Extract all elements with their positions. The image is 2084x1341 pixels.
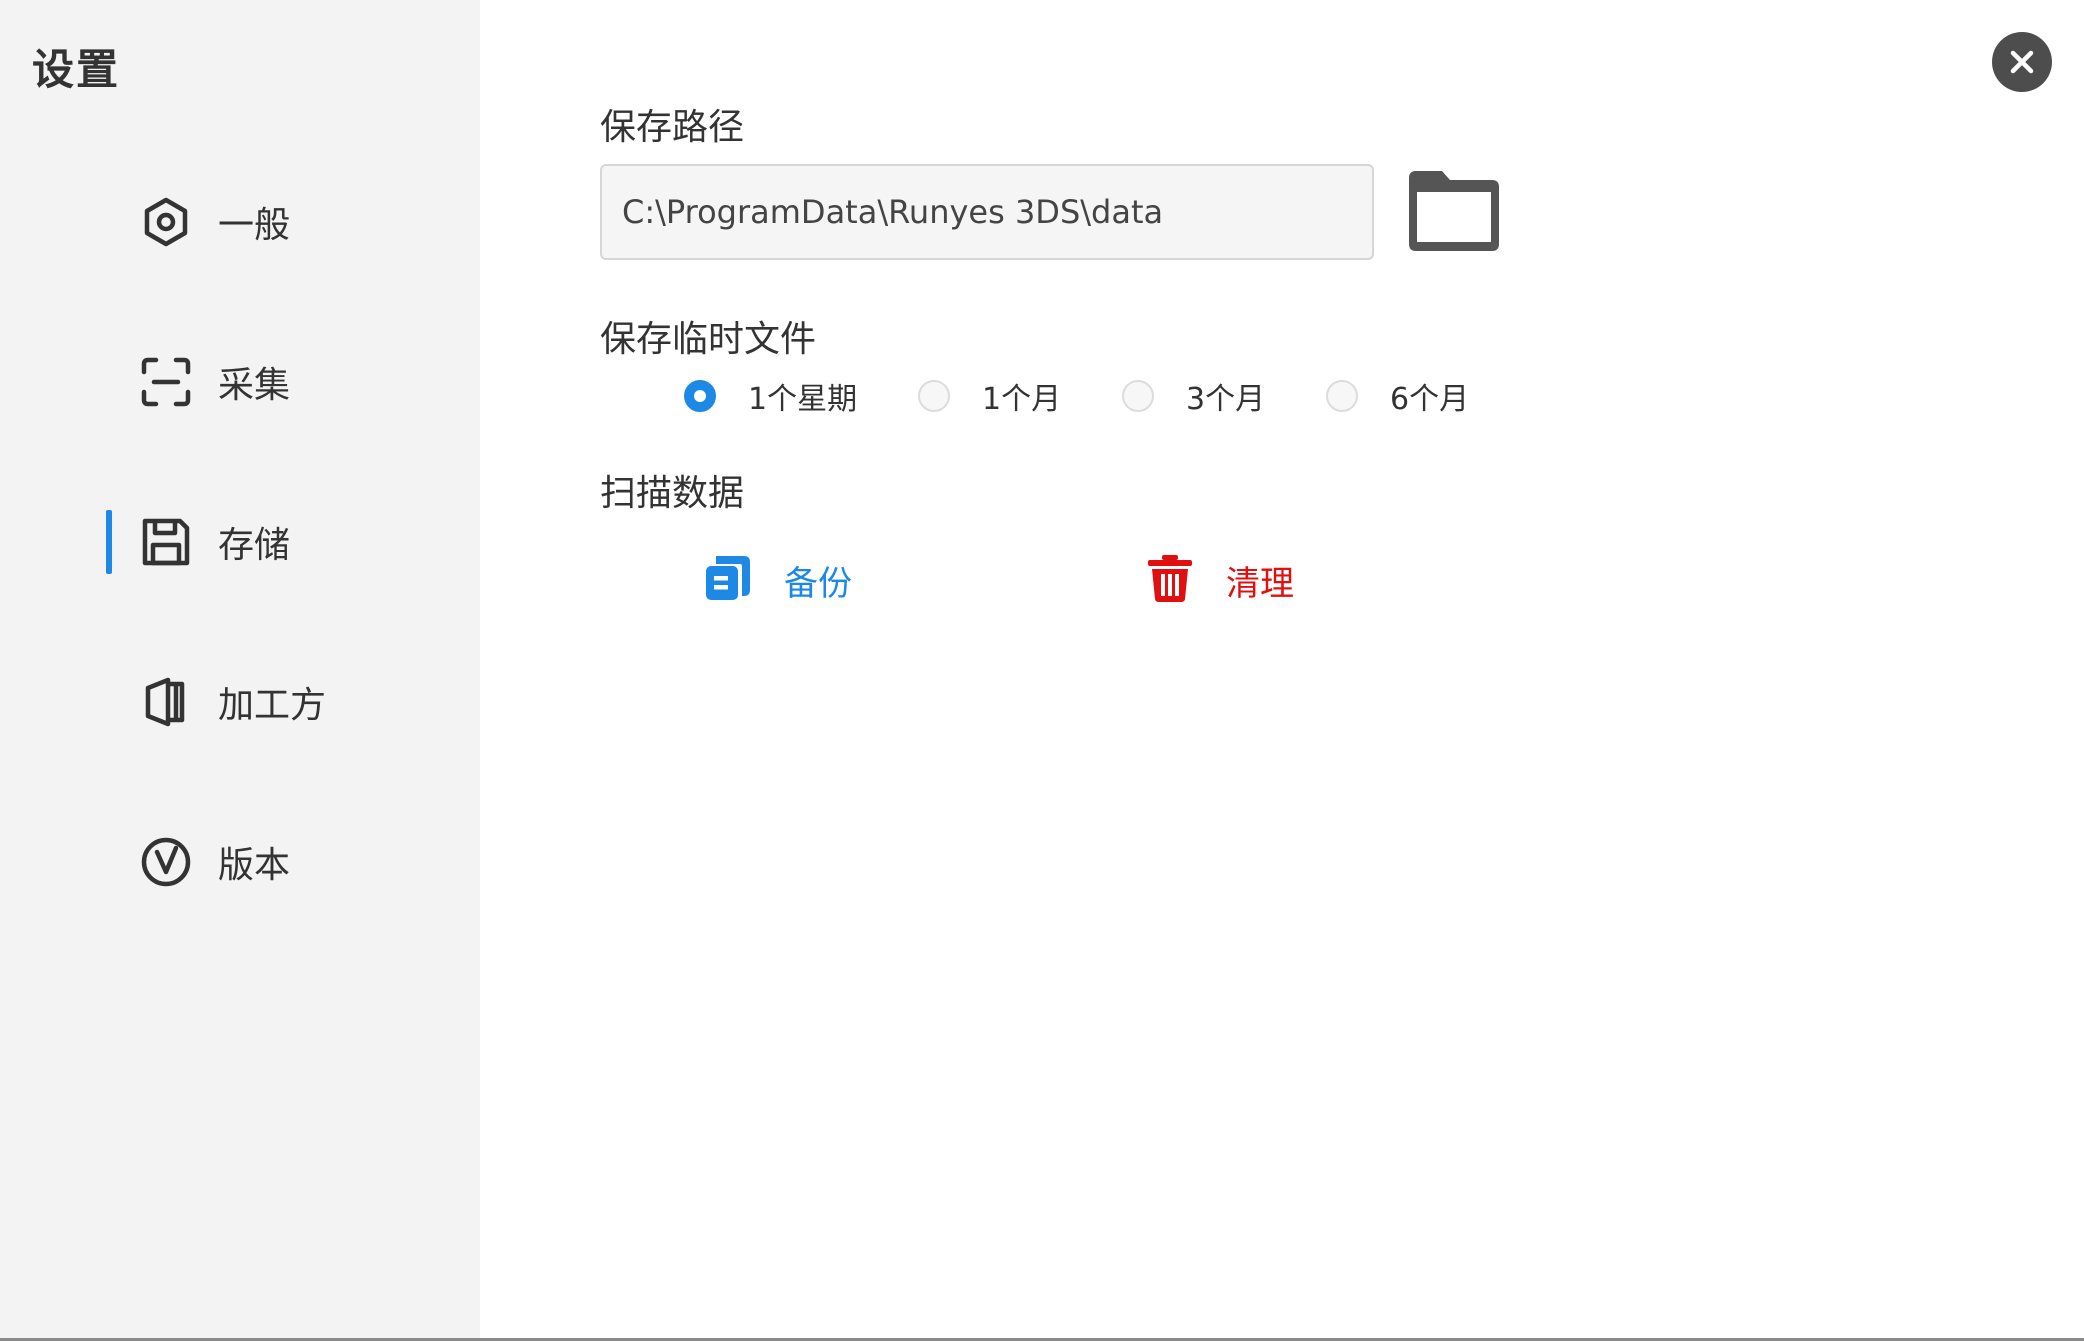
backup-button[interactable]: 备份 — [702, 550, 852, 610]
radio-button-checked[interactable] — [684, 380, 716, 412]
temp-files-title: 保存临时文件 — [600, 319, 817, 360]
sidebar-item-label: 采集 — [218, 365, 291, 406]
radio-option-1-week[interactable]: 1个星期 — [684, 374, 857, 418]
close-icon — [2010, 50, 2034, 74]
clean-button[interactable]: 清理 — [1144, 550, 1294, 610]
browse-folder-button[interactable] — [1404, 166, 1504, 256]
save-path-title: 保存路径 — [600, 107, 745, 148]
radio-label: 1个月 — [982, 382, 1062, 417]
radio-button[interactable] — [1326, 380, 1358, 412]
sidebar-title: 设置 — [32, 45, 121, 94]
radio-label: 6个月 — [1390, 382, 1470, 417]
scan-icon — [138, 354, 194, 410]
temp-files-radio-group: 1个星期 1个月 3个月 6个月 — [684, 374, 1504, 418]
radio-option-3-months[interactable]: 3个月 — [1122, 374, 1265, 418]
sidebar-item-label: 存储 — [218, 525, 291, 566]
sidebar-item-label: 版本 — [218, 845, 291, 886]
save-path-input[interactable] — [600, 164, 1374, 260]
radio-button[interactable] — [1122, 380, 1154, 412]
sidebar-item-capture[interactable]: 采集 — [138, 342, 438, 422]
close-button[interactable] — [1992, 32, 2052, 92]
radio-option-1-month[interactable]: 1个月 — [918, 374, 1061, 418]
radio-option-6-months[interactable]: 6个月 — [1326, 374, 1469, 418]
scan-data-title: 扫描数据 — [600, 473, 745, 514]
sidebar-item-label: 加工方 — [218, 685, 327, 726]
floppy-disk-icon — [138, 514, 194, 570]
sidebar-item-storage[interactable]: 存储 — [138, 502, 438, 582]
sidebar-item-processor[interactable]: 加工方 — [138, 662, 438, 742]
clean-label: 清理 — [1226, 563, 1294, 604]
radio-label: 1个星期 — [748, 382, 858, 417]
sidebar-item-label: 一般 — [218, 205, 291, 246]
sidebar-item-general[interactable]: 一般 — [138, 182, 438, 262]
hexagon-gear-icon — [138, 194, 194, 250]
settings-window: 设置 一般 采集 存储 加工方 版本 保存路径 C:\ProgramData\R… — [0, 0, 2084, 1341]
sidebar: 设置 一般 采集 存储 加工方 版本 — [0, 0, 480, 1338]
active-nav-indicator — [106, 510, 112, 574]
trash-icon — [1144, 552, 1196, 608]
backup-icon — [702, 552, 754, 608]
book-icon — [138, 674, 194, 730]
radio-button[interactable] — [918, 380, 950, 412]
version-v-icon — [138, 834, 194, 890]
sidebar-item-version[interactable]: 版本 — [138, 822, 438, 902]
folder-icon — [1409, 171, 1499, 251]
backup-label: 备份 — [784, 563, 852, 604]
radio-label: 3个月 — [1186, 382, 1266, 417]
